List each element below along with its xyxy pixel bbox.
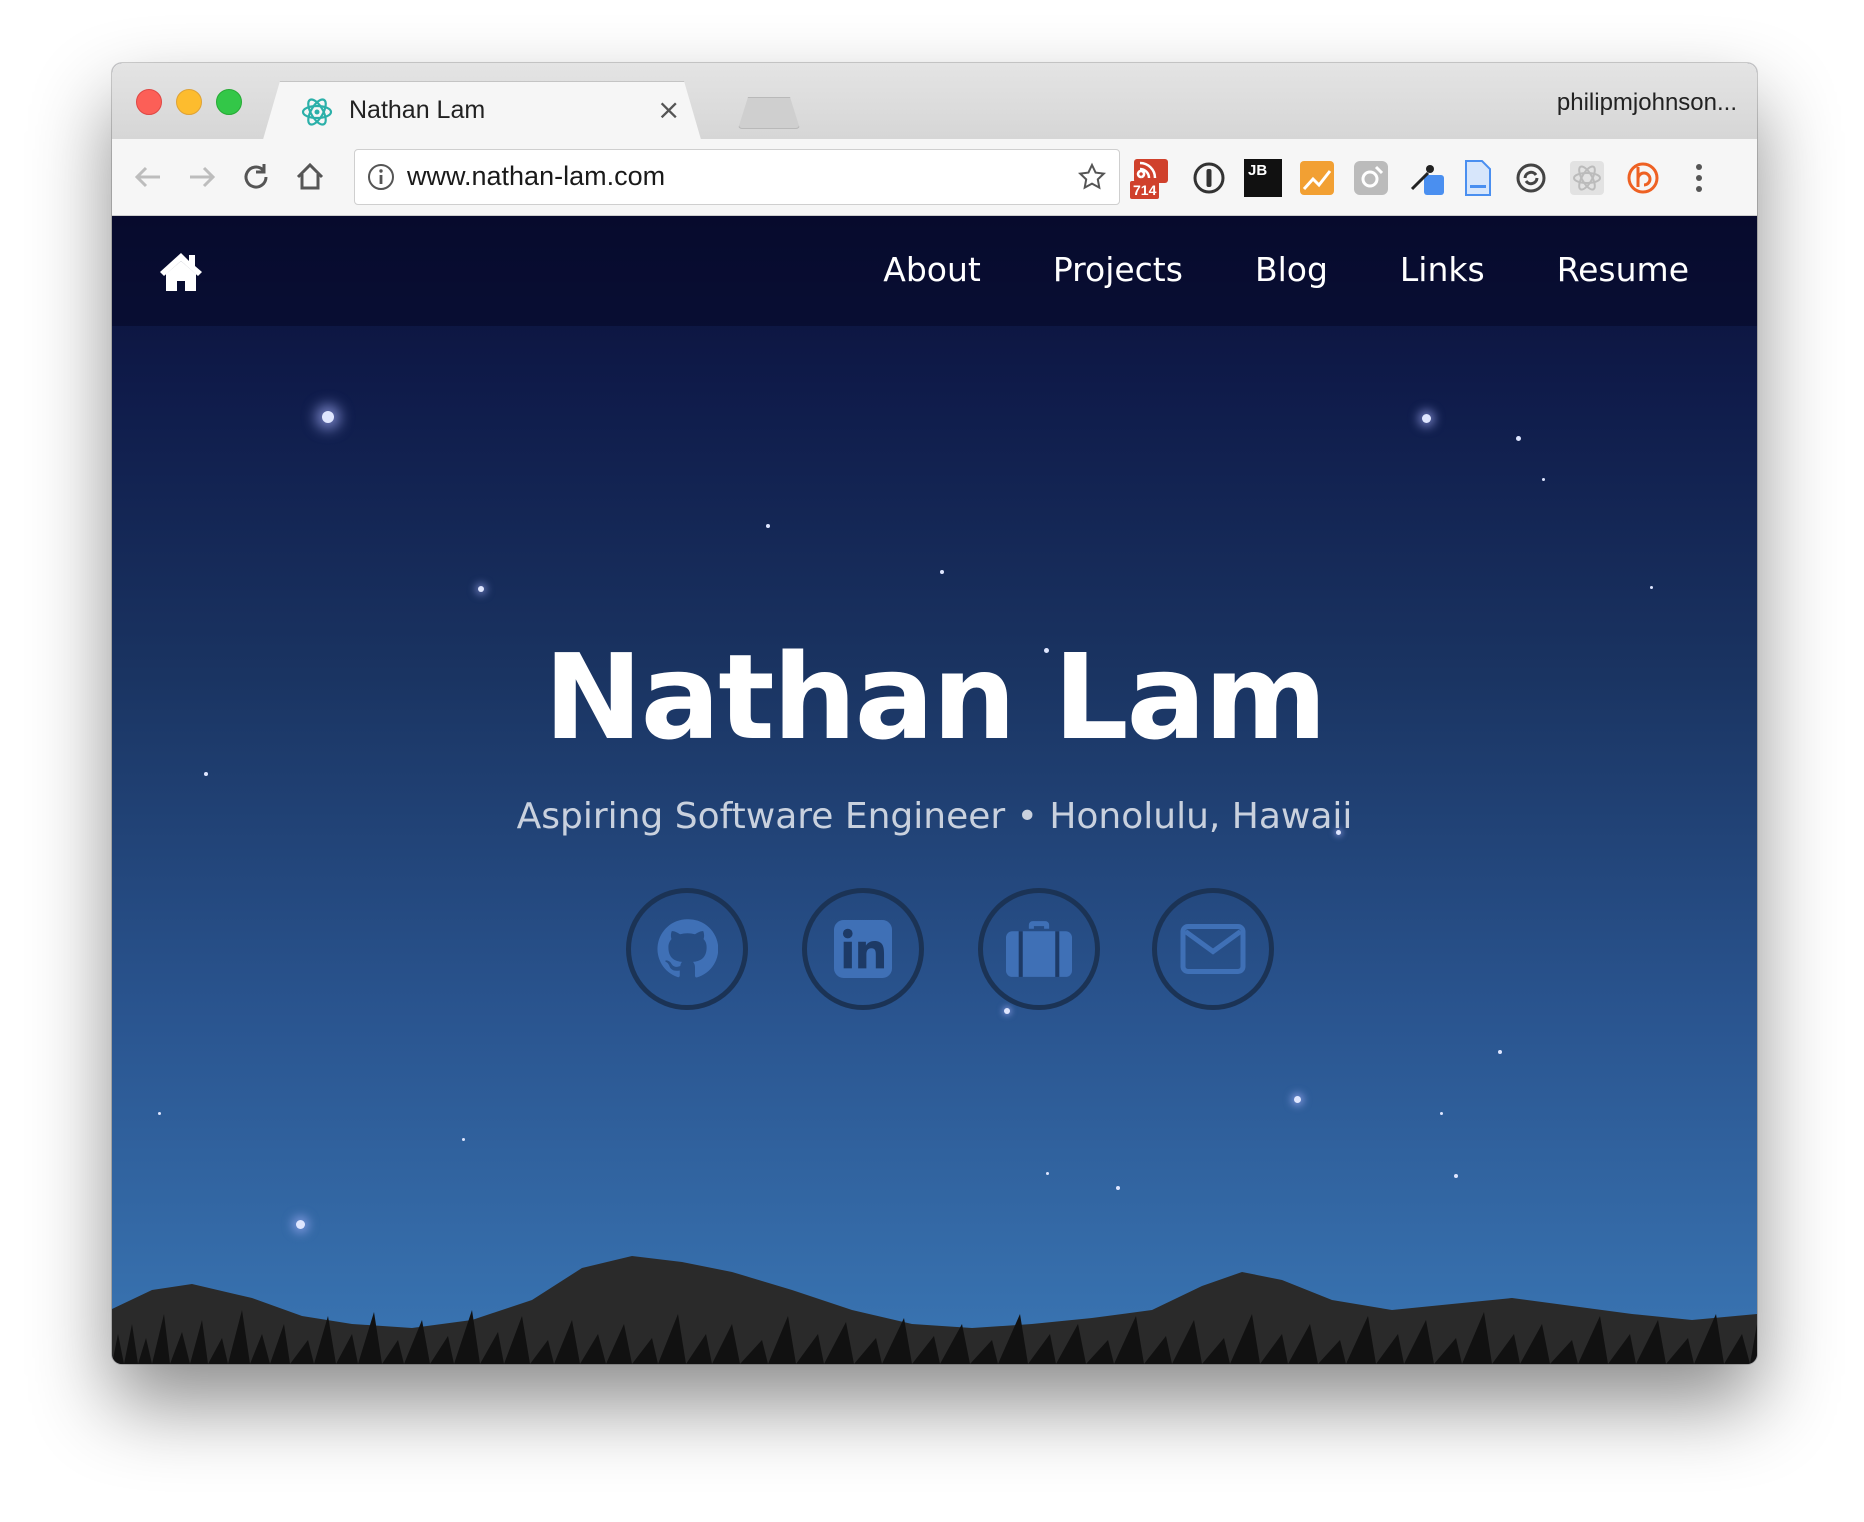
star [1046,1172,1049,1175]
tab-nathan-lam[interactable]: Nathan Lam × [262,81,704,143]
rss-unread-badge: 714 [1130,181,1160,199]
nav-resume[interactable]: Resume [1557,250,1689,289]
maximize-window-button[interactable] [216,89,242,115]
nav-blog[interactable]: Blog [1255,250,1328,289]
star [462,1138,465,1141]
nav-links-item[interactable]: Links [1400,250,1485,289]
linkedin-icon [834,920,892,978]
minimize-window-button[interactable] [176,89,202,115]
star [1004,1008,1010,1014]
jetbrains-label: JB [1248,162,1268,179]
browser-window: Nathan Lam × philipmjohnson... www.natha… [112,63,1757,1364]
email-button[interactable] [1152,888,1274,1010]
briefcase-button[interactable] [978,888,1100,1010]
star [1294,1096,1301,1103]
atom-favicon-icon [301,96,333,128]
github-icon [657,919,718,978]
onepassword-icon[interactable] [1190,159,1228,197]
profile-name[interactable]: philipmjohnson... [1557,89,1737,117]
analytics-icon[interactable] [1298,159,1336,197]
forward-arrow-icon[interactable] [184,159,220,195]
star [478,586,484,592]
bitly-icon[interactable] [1624,159,1662,197]
star [296,1220,305,1229]
nav-links: About Projects Blog Links Resume [811,250,1689,289]
home-button-icon[interactable] [292,159,328,195]
title-bar: Nathan Lam × philipmjohnson... [112,63,1757,139]
eyedropper-icon[interactable] [1408,159,1446,197]
refresh-extension-icon[interactable] [1352,159,1390,197]
rss-extension-icon[interactable]: 714 [1130,159,1170,199]
bookmark-star-icon[interactable] [1077,162,1107,192]
star [1542,478,1545,481]
linkedin-button[interactable] [802,888,924,1010]
github-button[interactable] [626,888,748,1010]
star [766,524,770,528]
web-page: About Projects Blog Links Resume Nathan … [112,216,1757,1364]
star [1516,436,1521,441]
briefcase-icon [1006,921,1072,977]
mountain-silhouette [112,1256,1757,1364]
star [204,772,208,776]
docs-icon[interactable] [1458,159,1496,197]
nav-projects[interactable]: Projects [1053,250,1183,289]
star [1440,1112,1443,1115]
address-bar[interactable]: www.nathan-lam.com [354,149,1120,205]
sync-icon[interactable] [1512,159,1550,197]
envelope-icon [1180,924,1246,974]
site-navbar: About Projects Blog Links Resume [112,216,1757,326]
tab-close-icon[interactable]: × [657,93,680,126]
nav-about[interactable]: About [883,250,981,289]
new-tab-button[interactable] [738,97,800,129]
star [1116,1186,1120,1190]
menu-kebab-icon[interactable] [1680,159,1718,197]
reload-icon[interactable] [238,159,274,195]
tab-title: Nathan Lam [349,96,486,124]
star [940,570,944,574]
react-devtools-icon[interactable] [1568,159,1606,197]
star [322,411,334,423]
jetbrains-icon[interactable]: JB [1244,159,1282,197]
home-icon[interactable] [158,250,204,292]
star [1498,1050,1502,1054]
star [1454,1174,1458,1178]
back-arrow-icon[interactable] [130,159,166,195]
info-icon[interactable] [367,163,395,191]
star [1422,414,1431,423]
close-window-button[interactable] [136,89,162,115]
browser-toolbar: www.nathan-lam.com 714 JB [112,139,1757,216]
url-text[interactable]: www.nathan-lam.com [407,161,665,192]
star [158,1112,161,1115]
star [1650,586,1653,589]
hero-subtitle: Aspiring Software Engineer • Honolulu, H… [516,796,1353,837]
hero-name: Nathan Lam [543,628,1327,766]
